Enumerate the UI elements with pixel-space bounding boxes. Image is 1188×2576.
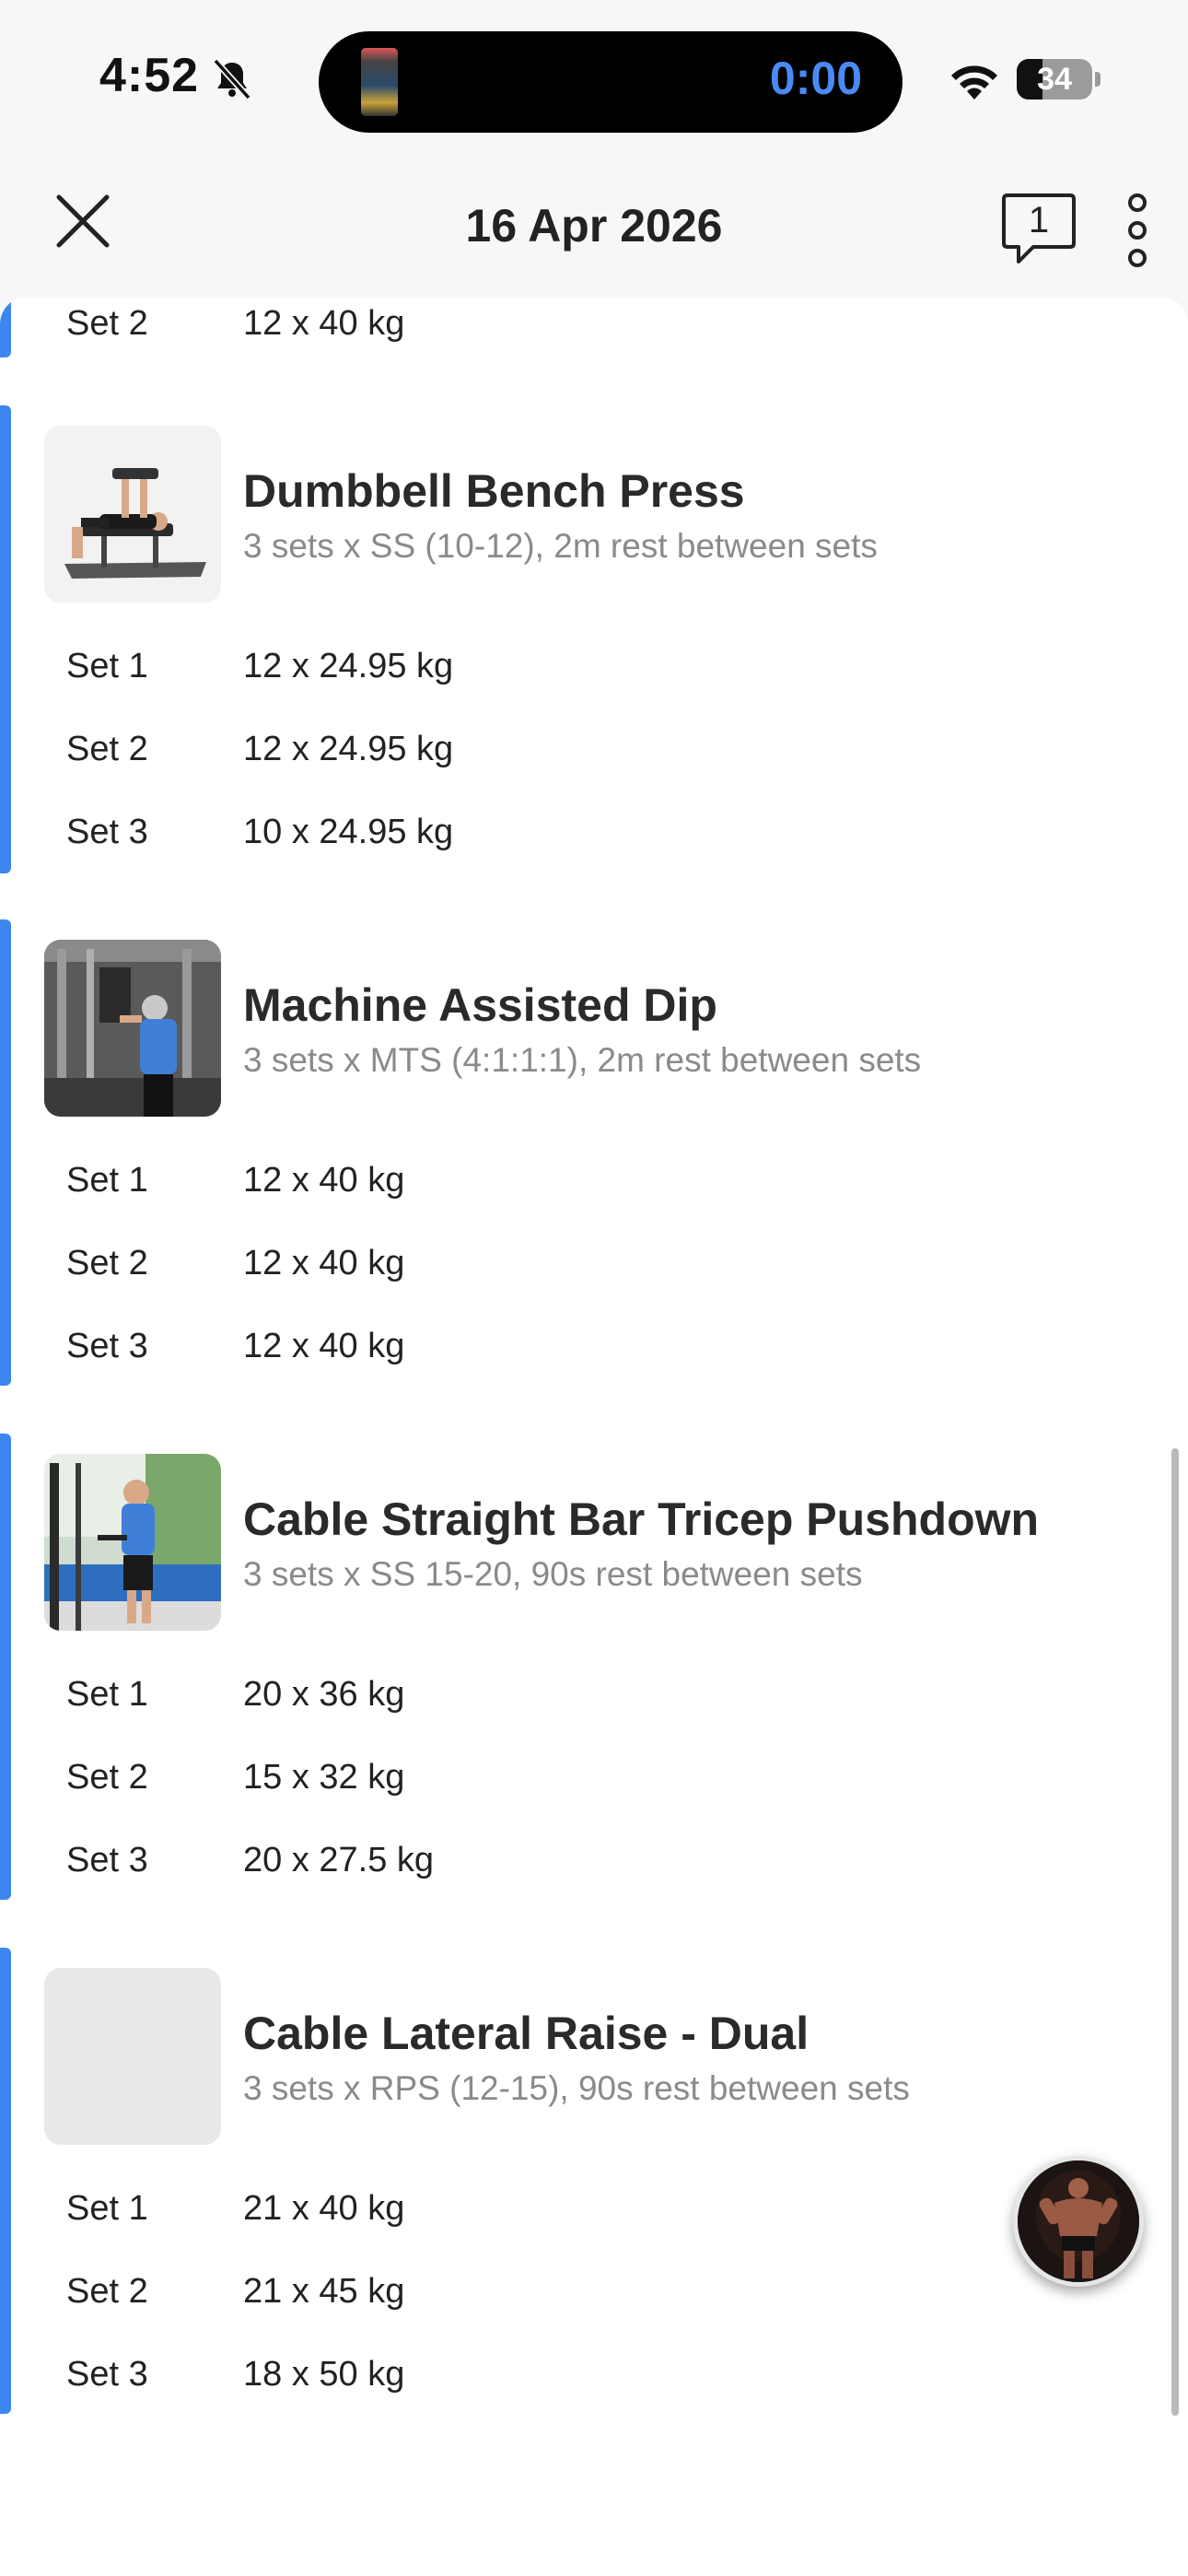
exercise-description: 3 sets x RPS (12-15), 90s rest between s… [243,2069,910,2107]
exercise-image-placeholder [44,1968,221,2145]
set-value: 12 x 24.95 kg [243,730,454,768]
dynamic-island[interactable]: 0:00 [319,31,903,133]
workout-sheet[interactable]: Set 2 12 x 40 kg Dumbbell Bench Press 3 … [0,297,1188,2576]
exercise-description: 3 sets x SS 15-20, 90s rest between sets [243,1555,863,1593]
set-value: 12 x 40 kg [243,304,405,343]
set-value: 20 x 27.5 kg [243,1841,435,1879]
comment-count: 1 [1028,200,1050,240]
set-label: Set 3 [66,1841,148,1879]
set-value: 12 x 40 kg [243,1327,405,1365]
battery-tip [1095,72,1101,87]
coach-avatar-button[interactable] [1013,2156,1144,2287]
set-label: Set 1 [66,647,148,685]
set-label: Set 3 [66,813,148,851]
set-label: Set 1 [66,2189,148,2228]
set-value: 20 x 36 kg [243,1675,405,1714]
nav-bar: 16 Apr 2026 1 [0,157,1188,295]
set-value: 21 x 40 kg [243,2189,405,2228]
set-label: Set 2 [66,730,148,768]
scrollbar[interactable] [1171,1448,1179,2416]
exercise-description: 3 sets x SS (10-12), 2m rest between set… [243,527,878,565]
exercise-name: Machine Assisted Dip [243,979,717,1031]
avatar [1018,2160,1139,2282]
set-row[interactable]: Set 3 18 x 50 kg [0,2346,1105,2410]
wifi-icon [951,65,997,100]
set-value: 12 x 24.95 kg [243,647,454,685]
exercise-card[interactable]: Cable Straight Bar Tricep Pushdown 3 set… [0,1454,1188,1900]
battery-percentage: 34 [1037,62,1072,97]
set-row[interactable]: Set 3 10 x 24.95 kg [0,803,1105,868]
set-label: Set 2 [66,2272,148,2311]
set-row[interactable]: Set 1 20 x 36 kg [0,1666,1105,1730]
set-value: 21 x 45 kg [243,2272,405,2311]
exercise-description: 3 sets x MTS (4:1:1:1), 2m rest between … [243,1041,922,1079]
set-value: 15 x 32 kg [243,1758,405,1797]
status-time: 4:52 [99,49,200,102]
set-row[interactable]: Set 1 12 x 40 kg [0,1152,1105,1216]
status-bar: 4:52 0:00 34 [0,0,1188,157]
set-value: 10 x 24.95 kg [243,813,454,851]
exercise-name: Dumbbell Bench Press [243,465,745,517]
set-value: 18 x 50 kg [243,2355,405,2394]
set-row[interactable]: Set 1 12 x 24.95 kg [0,638,1105,702]
comment-button[interactable]: 1 [1000,192,1077,265]
exercise-name: Cable Straight Bar Tricep Pushdown [243,1493,1040,1545]
set-label: Set 1 [66,1161,148,1200]
exercise-image [44,940,221,1117]
set-value: 12 x 40 kg [243,1244,405,1282]
live-activity-thumbnail [361,48,398,116]
bell-slash-icon [213,58,251,100]
set-label: Set 2 [66,304,148,343]
set-row[interactable]: Set 2 15 x 32 kg [0,1749,1105,1813]
more-vertical-icon[interactable] [1114,184,1160,276]
set-row[interactable]: Set 2 12 x 40 kg [0,1235,1105,1299]
set-row[interactable]: Set 1 21 x 40 kg [0,2180,1105,2244]
set-row[interactable]: Set 3 12 x 40 kg [0,1317,1105,1382]
set-label: Set 2 [66,1758,148,1797]
exercise-image [44,1454,221,1631]
set-row[interactable]: Set 2 12 x 24.95 kg [0,720,1105,785]
exercise-card[interactable]: Dumbbell Bench Press 3 sets x SS (10-12)… [0,426,1188,873]
set-label: Set 1 [66,1675,148,1714]
exercise-image [44,426,221,603]
set-value: 12 x 40 kg [243,1161,405,1200]
exercise-card[interactable]: Cable Lateral Raise - Dual 3 sets x RPS … [0,1968,1188,2414]
exercise-name: Cable Lateral Raise - Dual [243,2008,809,2059]
set-row[interactable]: Set 3 20 x 27.5 kg [0,1832,1105,1896]
set-label: Set 2 [66,1244,148,1282]
set-row[interactable]: Set 2 21 x 45 kg [0,2263,1105,2327]
exercise-card[interactable]: Machine Assisted Dip 3 sets x MTS (4:1:1… [0,940,1188,1386]
live-activity-timer: 0:00 [769,53,862,104]
set-label: Set 3 [66,1327,148,1365]
set-label: Set 3 [66,2355,148,2394]
set-row[interactable]: Set 2 12 x 40 kg [0,297,1105,359]
battery-icon: 34 [1017,59,1092,100]
